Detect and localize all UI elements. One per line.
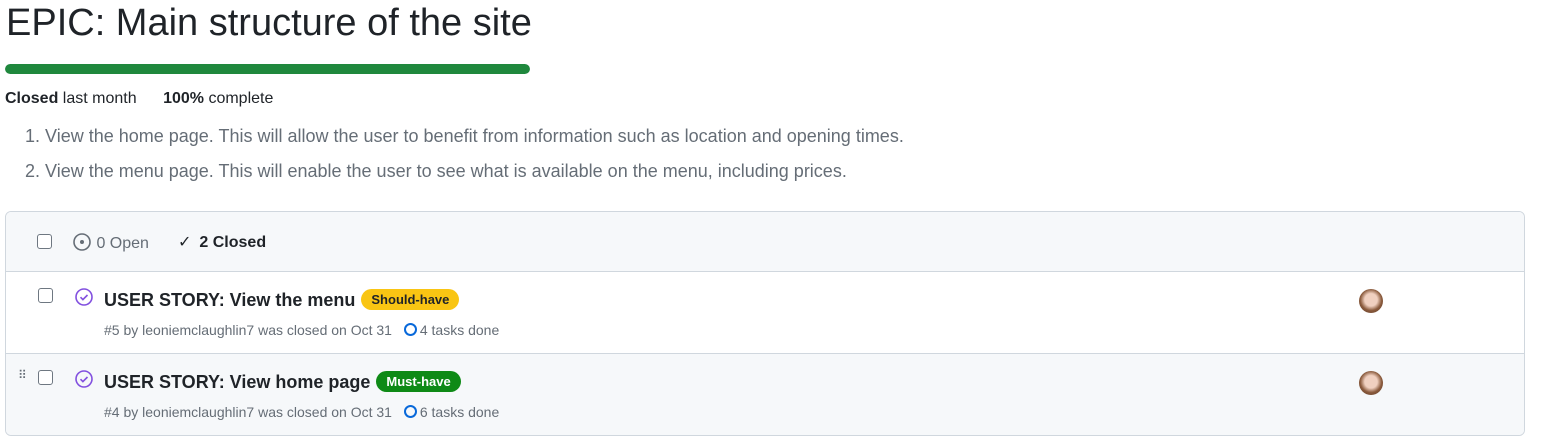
issue-meta: #5 by leoniemclaughlin7 was closed on Oc… — [104, 322, 392, 338]
issue-title[interactable]: USER STORY: View the menu — [104, 290, 355, 310]
avatar[interactable] — [1359, 371, 1383, 395]
milestone-status: Closed last month 100% complete — [5, 90, 273, 108]
status-percent: 100% — [163, 90, 204, 107]
status-when: last month — [62, 90, 137, 107]
status-state: Closed — [5, 90, 59, 107]
issue-checkbox[interactable] — [38, 370, 53, 385]
progress-fill — [5, 64, 530, 74]
tasks-done: 6 tasks done — [419, 404, 500, 420]
check-icon: ✓ — [178, 234, 192, 251]
issue-title[interactable]: USER STORY: View home page — [104, 372, 370, 392]
open-count: 0 Open — [96, 235, 149, 252]
issue-label[interactable]: Must-have — [376, 371, 461, 392]
issues-header: 0 Open ✓ 2 Closed — [6, 212, 1524, 272]
description-list: 1. View the home page. This will allow t… — [25, 126, 904, 196]
issues-list: 0 Open ✓ 2 Closed USER STORY: View the me… — [5, 211, 1525, 436]
open-filter[interactable]: 0 Open — [72, 232, 149, 253]
select-all-checkbox[interactable] — [37, 234, 52, 249]
issue-meta: #4 by leoniemclaughlin7 was closed on Oc… — [104, 404, 392, 420]
issue-row[interactable]: ⠿ USER STORY: View home page Must-have #4… — [6, 354, 1524, 435]
issue-label[interactable]: Should-have — [361, 289, 460, 310]
issue-row[interactable]: USER STORY: View the menu Should-have #5 … — [6, 272, 1524, 354]
tasks-icon — [403, 323, 417, 336]
tasks-done: 4 tasks done — [419, 322, 500, 338]
avatar[interactable] — [1359, 289, 1383, 313]
drag-handle-icon[interactable]: ⠿ — [18, 368, 27, 382]
closed-filter[interactable]: ✓ 2 Closed — [178, 232, 266, 252]
tasks-icon — [403, 405, 417, 418]
page-title: EPIC: Main structure of the site — [6, 2, 532, 44]
issue-closed-icon — [75, 288, 93, 306]
description-item: 2. View the menu page. This will enable … — [25, 161, 847, 181]
status-complete: complete — [208, 90, 274, 107]
issue-checkbox[interactable] — [38, 288, 53, 303]
closed-count: 2 Closed — [199, 234, 267, 251]
issue-open-icon — [73, 233, 91, 251]
issue-closed-icon — [75, 370, 93, 388]
progress-bar — [5, 64, 530, 74]
description-item: 1. View the home page. This will allow t… — [25, 126, 904, 146]
